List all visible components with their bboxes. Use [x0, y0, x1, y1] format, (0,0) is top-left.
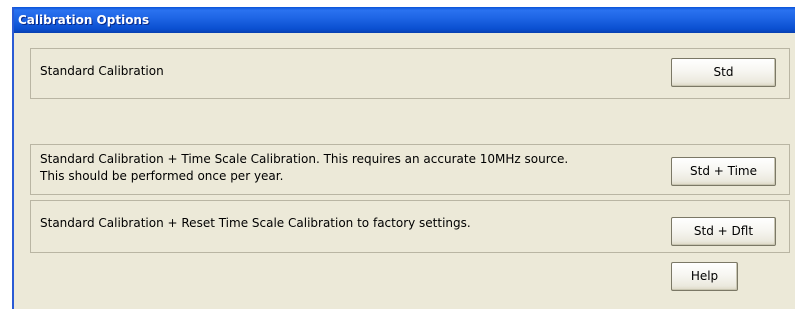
help-button[interactable]: Help: [671, 262, 738, 291]
time-scale-calibration-description-line1: Standard Calibration + Time Scale Calibr…: [40, 152, 569, 166]
time-scale-calibration-description-line2: This should be performed once per year.: [40, 169, 284, 183]
window-title: Calibration Options: [18, 13, 150, 27]
standard-calibration-description: Standard Calibration: [40, 64, 164, 78]
std-dflt-button[interactable]: Std + Dflt: [671, 217, 776, 246]
std-button[interactable]: Std: [671, 58, 776, 87]
calibration-options-dialog: Calibration Options Standard Calibration…: [12, 7, 795, 309]
title-bar[interactable]: Calibration Options: [14, 7, 795, 33]
reset-time-scale-description: Standard Calibration + Reset Time Scale …: [40, 216, 471, 230]
std-time-button[interactable]: Std + Time: [671, 157, 776, 186]
